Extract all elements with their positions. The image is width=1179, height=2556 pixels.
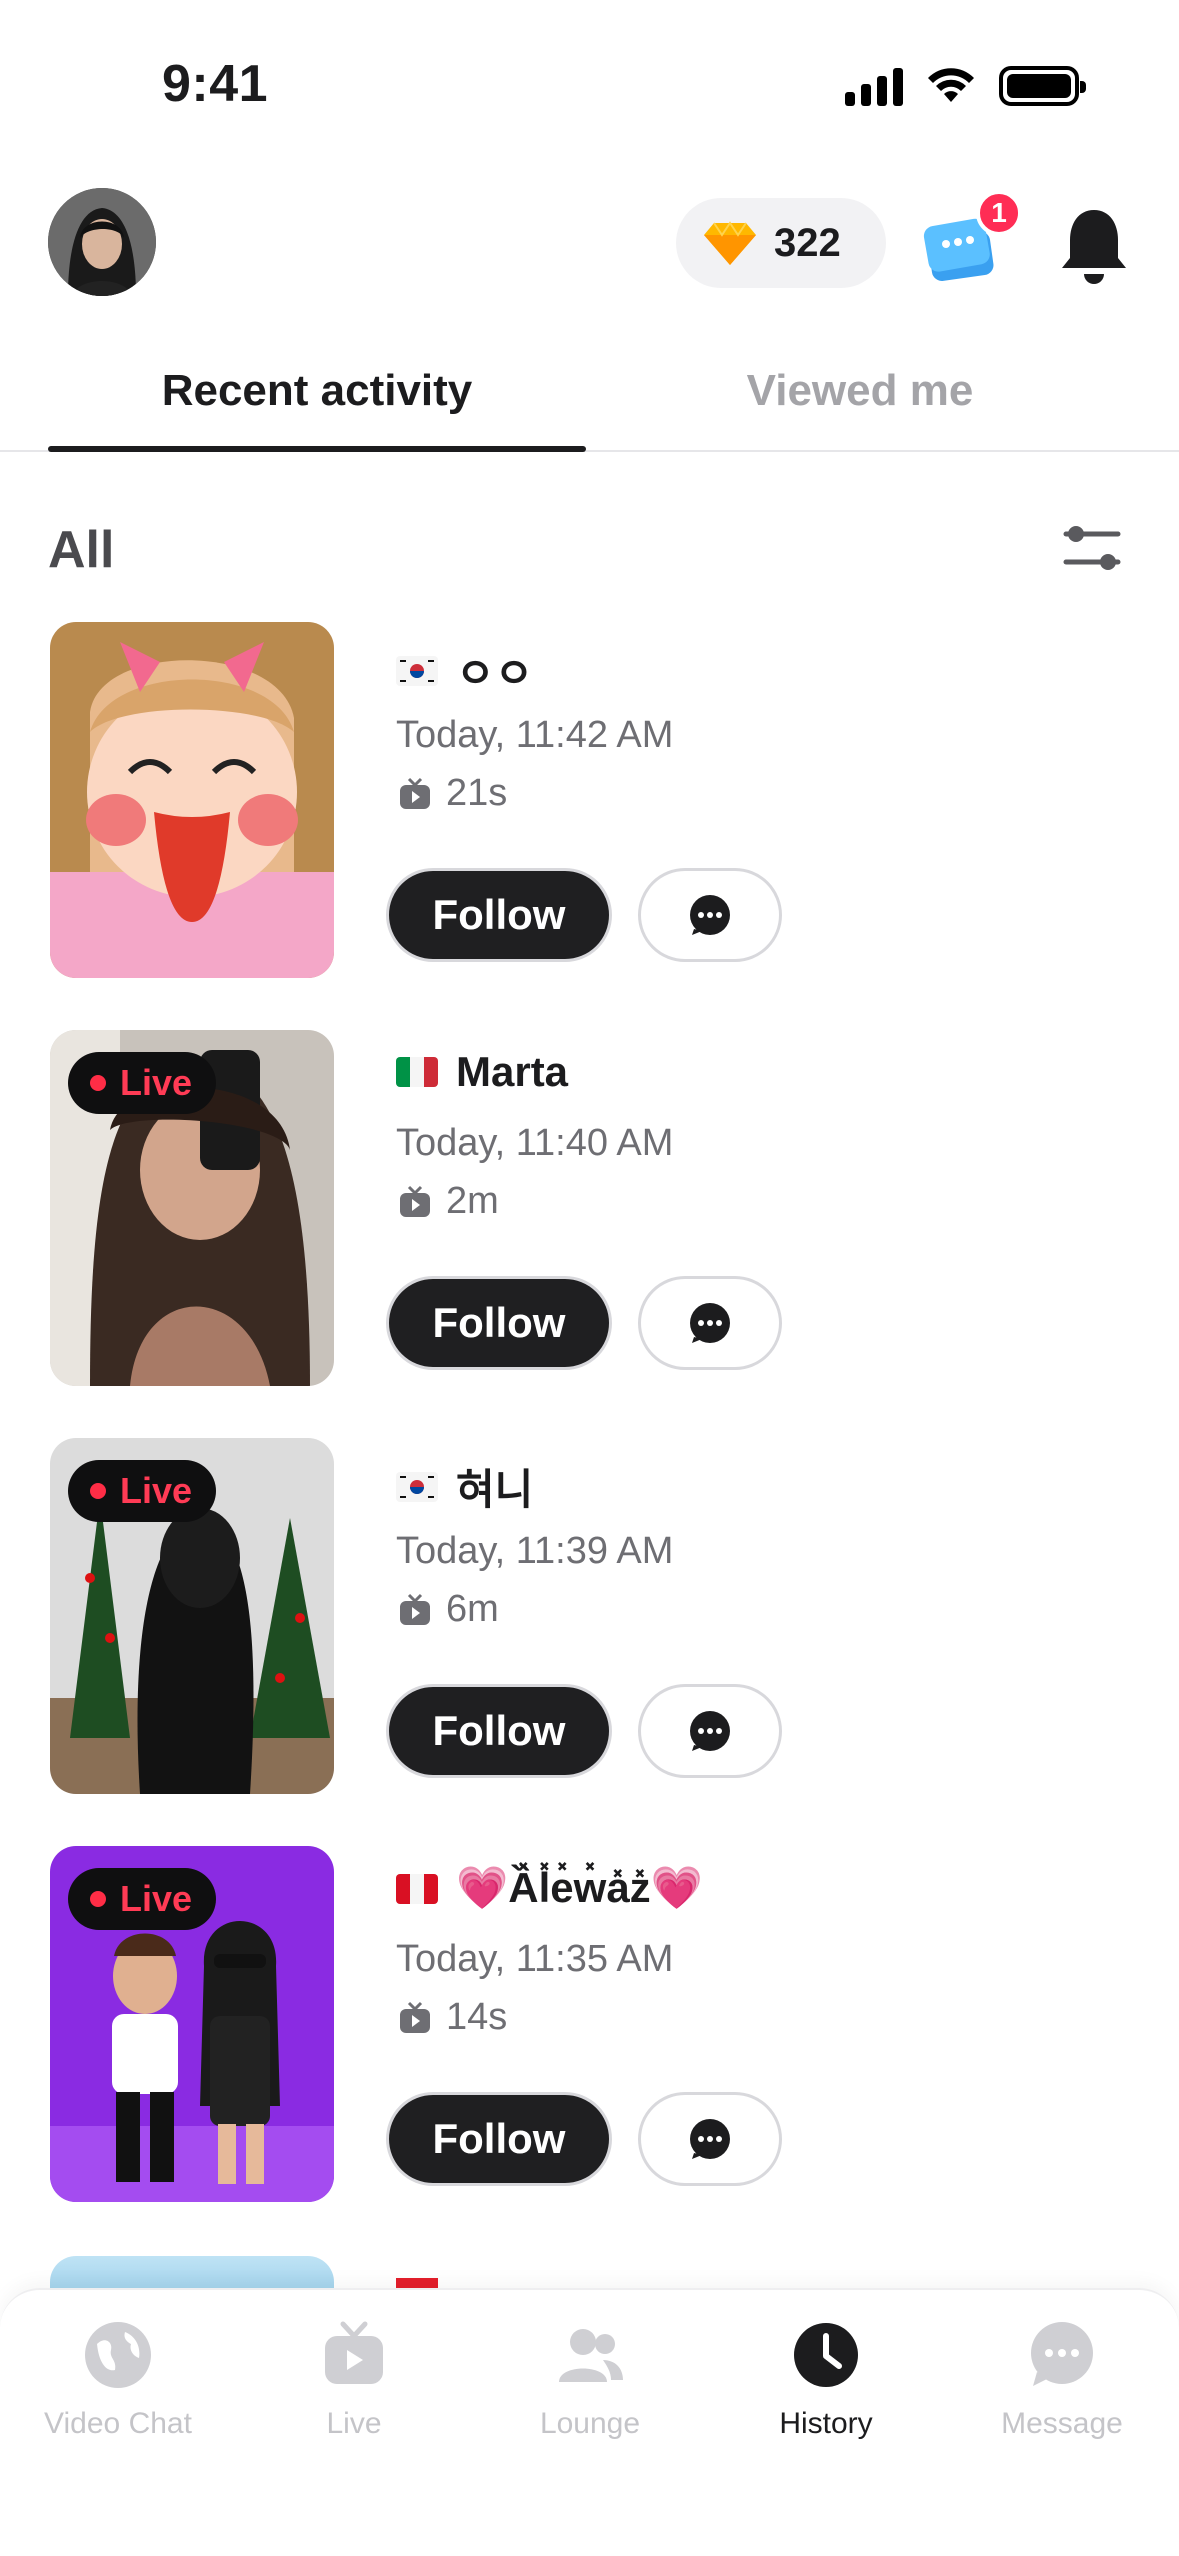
- duration-value: 14s: [446, 1996, 508, 2038]
- chat-bubble-icon: [690, 1711, 730, 1751]
- flag-pe-icon: [396, 1873, 438, 1904]
- bottom-navigation: Video Chat Live Lounge History Message: [0, 2288, 1179, 2556]
- list-item[interactable]: Live 혀니 Today, 11:39 AM 6m Follow: [0, 1436, 1179, 1844]
- nav-video-chat[interactable]: Video Chat: [0, 2320, 236, 2441]
- tv-duration-icon: [400, 1593, 430, 1625]
- user-name-line: ㅇㅇ: [396, 640, 533, 701]
- chat-bubble-icon: [690, 895, 730, 935]
- activity-timestamp: Today, 11:40 AM: [396, 1122, 674, 1164]
- status-icons: [845, 66, 1086, 106]
- live-badge: Live: [68, 1460, 217, 1522]
- notification-badge: 1: [976, 190, 1022, 236]
- user-thumbnail[interactable]: [50, 622, 334, 978]
- globe-icon: [85, 2322, 151, 2388]
- message-button[interactable]: [638, 1684, 782, 1778]
- activity-timestamp: Today, 11:39 AM: [396, 1530, 674, 1572]
- filter-sliders-icon[interactable]: [1062, 520, 1122, 580]
- message-button[interactable]: [638, 2092, 782, 2186]
- duration-info: 2m: [398, 1180, 499, 1223]
- nav-lounge[interactable]: Lounge: [472, 2320, 708, 2441]
- clock-icon: [794, 2323, 858, 2387]
- nav-message[interactable]: Message: [944, 2320, 1179, 2441]
- people-icon: [559, 2329, 623, 2382]
- list-item[interactable]: Live Marta Today, 11:40 AM 2m Follow: [0, 1028, 1179, 1436]
- duration-value: 6m: [446, 1588, 499, 1630]
- follow-button[interactable]: Follow: [386, 868, 612, 962]
- live-dot-icon: [90, 1483, 106, 1499]
- live-label: Live: [120, 1878, 193, 1919]
- live-badge: Live: [68, 1052, 217, 1114]
- chat-bubble-icon: [690, 1303, 730, 1343]
- user-name[interactable]: ㅇㅇ: [456, 640, 533, 701]
- nav-live[interactable]: Live: [236, 2320, 472, 2441]
- chat-bubble-icon: [1031, 2322, 1093, 2386]
- activity-timestamp: Today, 11:35 AM: [396, 1938, 674, 1980]
- duration-value: 21s: [446, 772, 508, 814]
- gem-count: 322: [774, 220, 841, 265]
- message-button[interactable]: [638, 868, 782, 962]
- live-dot-icon: [90, 1891, 106, 1907]
- tab-viewed-me[interactable]: Viewed me: [670, 366, 1050, 416]
- user-name-line: Marta: [396, 1048, 568, 1096]
- user-thumbnail[interactable]: Live: [50, 1846, 334, 2202]
- flag-it-icon: [396, 1057, 438, 1087]
- nav-label: Video Chat: [44, 2407, 192, 2440]
- live-label: Live: [120, 1062, 193, 1103]
- activity-list: ㅇㅇ Today, 11:42 AM 21s Follow Live Marta…: [0, 620, 1179, 2252]
- status-bar: 9:41: [0, 0, 1179, 150]
- flag-kr-icon: [396, 1471, 438, 1502]
- battery-icon: [999, 66, 1086, 106]
- follow-button[interactable]: Follow: [386, 1684, 612, 1778]
- tv-duration-icon: [400, 777, 430, 809]
- user-name[interactable]: Marta: [456, 1048, 568, 1096]
- chat-bubble-icon: [690, 2119, 730, 2159]
- filter-label: All: [48, 521, 115, 579]
- duration-info: 6m: [398, 1588, 499, 1631]
- message-button[interactable]: [638, 1276, 782, 1370]
- live-dot-icon: [90, 1075, 106, 1091]
- top-header: 322 1: [0, 180, 1179, 310]
- duration-info: 14s: [398, 1996, 507, 2039]
- tv-duration-icon: [400, 2001, 430, 2033]
- user-name-line: 💗Ȁ̽l̽e̽w̽a̽z̽💗: [396, 1864, 703, 1913]
- gem-balance[interactable]: 322: [676, 198, 886, 288]
- follow-button[interactable]: Follow: [386, 2092, 612, 2186]
- tv-duration-icon: [400, 1185, 430, 1217]
- activity-tabs: Recent activity Viewed me: [0, 340, 1179, 452]
- status-time: 9:41: [162, 55, 269, 113]
- duration-value: 2m: [446, 1180, 499, 1222]
- nav-label: Live: [326, 2407, 382, 2440]
- tv-icon: [325, 2321, 383, 2384]
- user-thumbnail[interactable]: Live: [50, 1438, 334, 1794]
- bell-icon[interactable]: [1060, 206, 1128, 286]
- list-item[interactable]: ㅇㅇ Today, 11:42 AM 21s Follow: [0, 620, 1179, 1028]
- user-name-line: 혀니: [396, 1456, 533, 1517]
- activity-timestamp: Today, 11:42 AM: [396, 714, 674, 756]
- flag-kr-icon: [396, 655, 438, 686]
- nav-label: History: [779, 2407, 873, 2440]
- nav-history[interactable]: History: [708, 2320, 944, 2441]
- user-name[interactable]: 💗Ȁ̽l̽e̽w̽a̽z̽💗: [456, 1864, 703, 1913]
- profile-avatar[interactable]: [48, 188, 156, 296]
- active-tab-indicator: [48, 446, 586, 452]
- wifi-icon: [928, 68, 974, 102]
- duration-info: 21s: [398, 772, 507, 815]
- user-thumbnail[interactable]: Live: [50, 1030, 334, 1386]
- user-name[interactable]: 혀니: [456, 1456, 533, 1517]
- tab-recent-activity[interactable]: Recent activity: [48, 366, 586, 416]
- gem-icon: [704, 221, 756, 265]
- nav-label: Lounge: [539, 2407, 641, 2440]
- list-item[interactable]: Live 💗Ȁ̽l̽e̽w̽a̽z̽💗 Today, 11:35 AM 14s …: [0, 1844, 1179, 2252]
- live-label: Live: [120, 1470, 193, 1511]
- live-badge: Live: [68, 1868, 217, 1930]
- follow-button[interactable]: Follow: [386, 1276, 612, 1370]
- nav-label: Message: [1001, 2407, 1123, 2440]
- cellular-signal-icon: [845, 66, 903, 106]
